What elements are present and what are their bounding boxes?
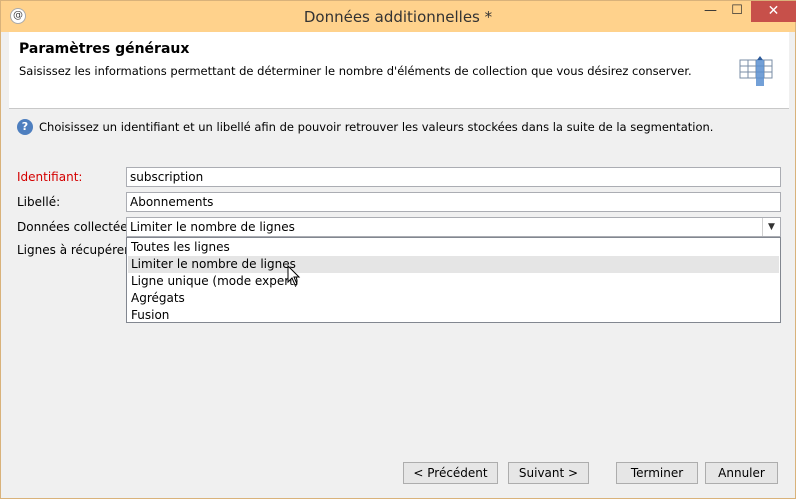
dropdown-option-fusion[interactable]: Fusion: [128, 307, 779, 324]
header-separator: [9, 108, 789, 109]
close-button[interactable]: ✕: [751, 1, 796, 22]
libelle-label: Libellé:: [17, 195, 61, 209]
identifiant-label: Identifiant:: [17, 170, 83, 184]
table-columns-icon: [739, 56, 773, 86]
donnees-collectees-label: Données collectées:: [17, 220, 138, 234]
maximize-button[interactable]: ☐: [724, 1, 750, 22]
wizard-header: Paramètres généraux Saisissez les inform…: [9, 32, 789, 108]
next-button[interactable]: Suivant >: [508, 462, 589, 484]
window-title: Données additionnelles *: [303, 8, 493, 26]
dropdown-option-limiter[interactable]: Limiter le nombre de lignes: [128, 256, 779, 273]
mouse-pointer-icon: [287, 265, 301, 286]
info-text: Choisissez un identifiant et un libellé …: [39, 120, 714, 134]
dropdown-list[interactable]: Toutes les lignes Limiter le nombre de l…: [126, 237, 781, 323]
libelle-input[interactable]: Abonnements: [126, 192, 781, 212]
cancel-button[interactable]: Annuler: [705, 462, 778, 484]
chevron-down-icon[interactable]: ▼: [762, 218, 780, 236]
title-bar[interactable]: @ Données additionnelles * — ☐ ✕: [1, 1, 796, 32]
lignes-a-recuperer-label: Lignes à récupérer:: [17, 243, 133, 257]
finish-button[interactable]: Terminer: [616, 462, 698, 484]
dropdown-option-ligne-unique[interactable]: Ligne unique (mode expert): [128, 273, 779, 290]
donnees-collectees-select[interactable]: Limiter le nombre de lignes ▼: [126, 217, 781, 237]
dropdown-option-toutes-les-lignes[interactable]: Toutes les lignes: [128, 239, 779, 256]
dialog-window: @ Données additionnelles * — ☐ ✕ Paramèt…: [0, 0, 796, 499]
page-subtitle: Saisissez les informations permettant de…: [19, 64, 692, 78]
help-icon: ?: [17, 119, 33, 135]
dropdown-option-agregats[interactable]: Agrégats: [128, 290, 779, 307]
minimize-button[interactable]: —: [697, 1, 724, 22]
previous-button[interactable]: < Précédent: [403, 462, 498, 484]
identifiant-input[interactable]: subscription: [126, 167, 781, 187]
donnees-collectees-value: Limiter le nombre de lignes: [130, 220, 295, 234]
page-title: Paramètres généraux: [19, 41, 190, 57]
